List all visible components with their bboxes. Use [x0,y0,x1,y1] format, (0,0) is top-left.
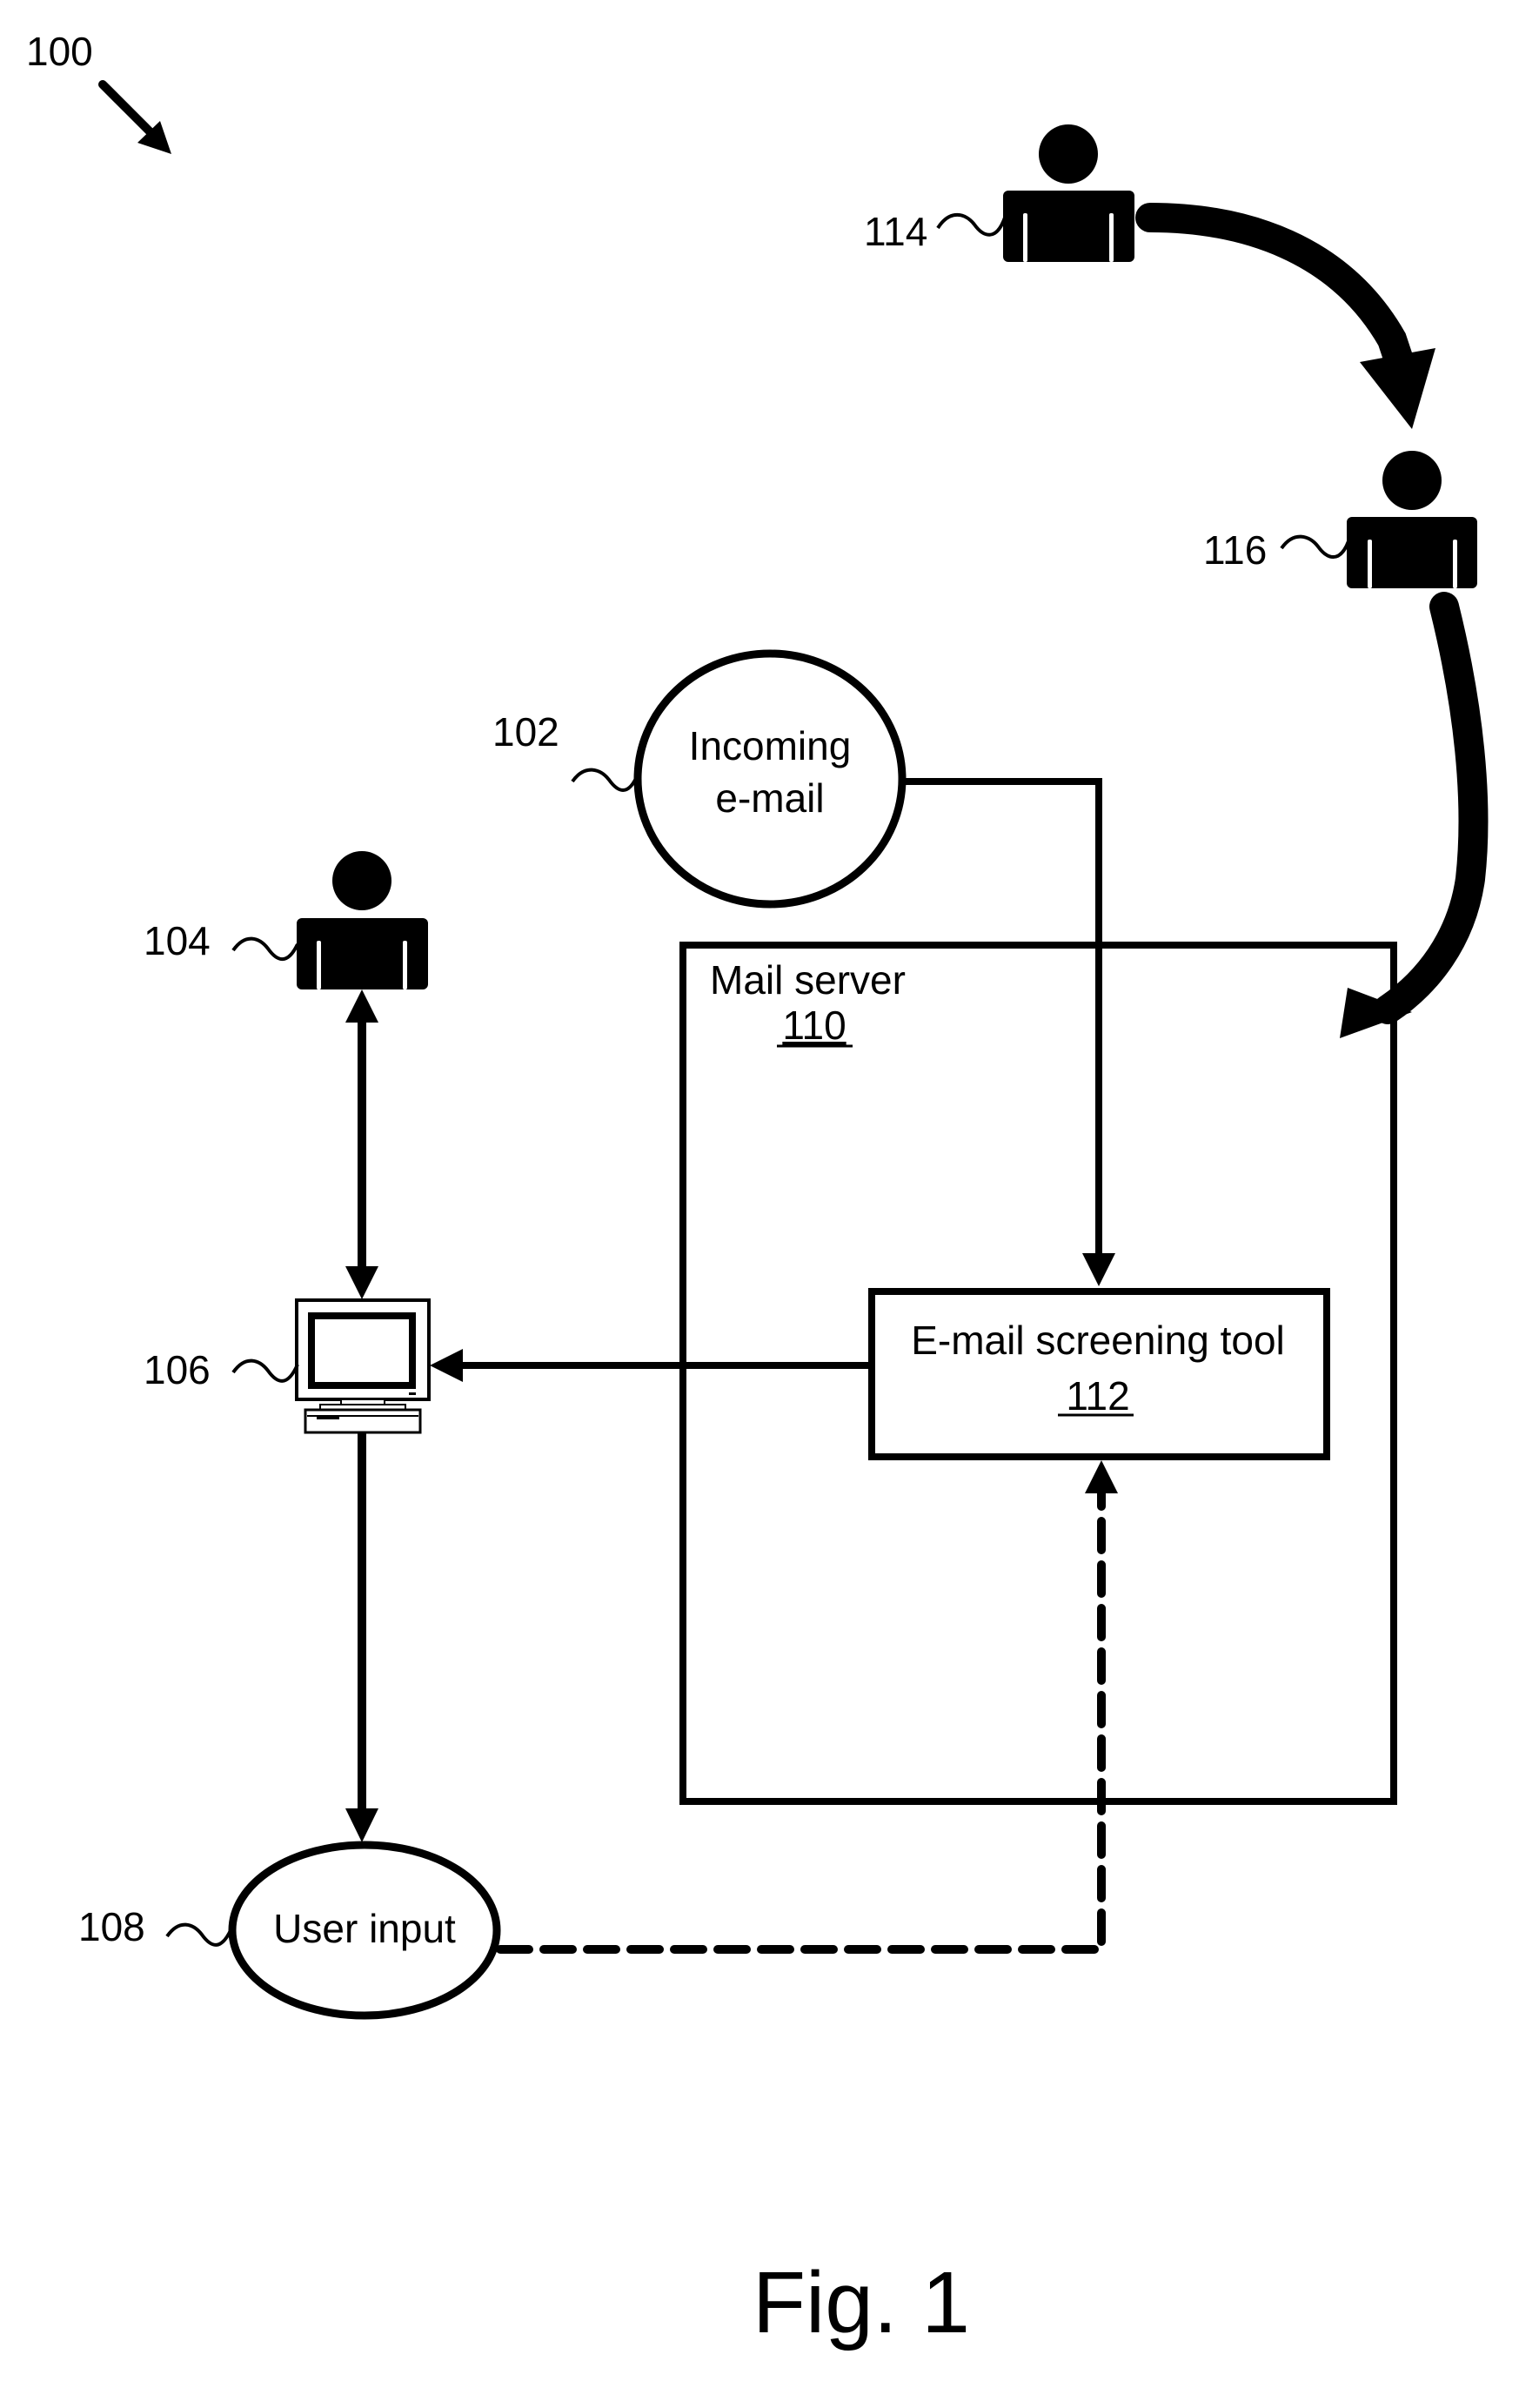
person-icon [297,851,428,989]
computer-icon [295,1298,431,1434]
leader-squiggle [231,1358,299,1383]
edge-tool-to-computer [430,1349,868,1382]
person-icon [1003,124,1134,262]
screening-tool-label: E-mail screening tool [911,1318,1285,1363]
incoming-email-102: Incoming e-mail 102 [492,649,907,909]
edge-incoming-to-tool [905,778,1115,1286]
incoming-email-line2: e-mail [715,775,824,821]
patent-diagram: 100 114 116 Incoming e-mail 102 104 106 … [26,29,1489,2351]
leader-squiggle [936,212,1007,237]
user-104: 104 [144,851,428,989]
mail-server-ref: 110 [782,1003,846,1048]
edge-computer-to-input [345,1432,378,1842]
ref-label-102: 102 [492,709,559,755]
leader-squiggle [231,936,299,962]
ref-label-116: 116 [1203,527,1267,573]
figure-ref-label: 100 [26,29,93,74]
edge-input-to-tool-dashed [496,1460,1118,1954]
ref-label-108: 108 [78,1904,145,1949]
leader-squiggle [165,1922,233,1947]
forwarder-116: 116 [1203,451,1477,588]
figure-caption: Fig. 1 [753,2254,970,2351]
ref-label-104: 104 [144,918,211,963]
mail-server-label: Mail server [710,957,906,1003]
screening-tool-112: E-mail screening tool 112 [868,1288,1330,1460]
forward-arrow-114-to-116 [1135,203,1435,429]
ref-label-106: 106 [144,1347,211,1392]
ref-label-114: 114 [864,209,927,254]
sender-114: 114 [864,124,1134,262]
computer-106: 106 [144,1298,431,1434]
leader-squiggle [1280,534,1350,559]
user-input-108: User input 108 [78,1841,501,2020]
user-input-label: User input [273,1906,456,1951]
incoming-email-line1: Incoming [689,723,852,768]
leader-squiggle [571,768,639,792]
person-icon [1347,451,1477,588]
forward-arrow-116-to-112 [1340,592,1489,1038]
edge-user-computer [345,989,378,1299]
screening-tool-ref: 112 [1066,1373,1129,1419]
figure-ref-arrow [98,80,171,154]
